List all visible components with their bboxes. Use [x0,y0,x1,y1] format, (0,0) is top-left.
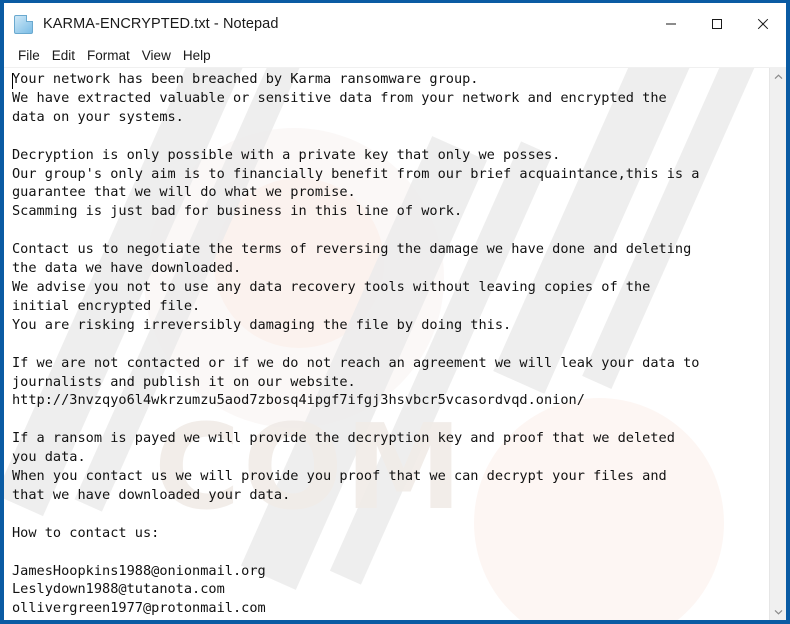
window-controls [648,3,786,45]
ransom-note-text: Your network has been breached by Karma … [12,71,700,617]
title-bar[interactable]: KARMA-ENCRYPTED.txt - Notepad [4,3,786,45]
title-bar-left: KARMA-ENCRYPTED.txt - Notepad [4,3,648,45]
menu-item-view[interactable]: View [136,46,177,66]
chevron-down-icon [774,609,782,615]
scrollbar-track[interactable] [770,85,786,603]
text-caret [12,73,13,89]
close-icon [757,18,769,30]
text-content-area[interactable]: Your network has been breached by Karma … [4,68,769,620]
window-title: KARMA-ENCRYPTED.txt - Notepad [43,16,279,32]
menu-item-help[interactable]: Help [177,46,217,66]
minimize-icon [666,23,676,25]
menu-item-file[interactable]: File [12,46,46,66]
vertical-scrollbar[interactable] [769,68,786,620]
menu-item-edit[interactable]: Edit [46,46,81,66]
menu-bar: File Edit Format View Help [4,45,786,67]
editor-area: COM Your network has been breached by Ka… [4,67,786,620]
menu-item-format[interactable]: Format [81,46,136,66]
maximize-button[interactable] [694,3,740,45]
close-button[interactable] [740,3,786,45]
scroll-down-button[interactable] [770,603,786,620]
notepad-window: KARMA-ENCRYPTED.txt - Notepad File Edit … [0,0,790,624]
maximize-icon [712,19,722,29]
chevron-up-icon [774,73,782,79]
scroll-up-button[interactable] [770,68,786,85]
minimize-button[interactable] [648,3,694,45]
notepad-document-icon [13,14,34,35]
